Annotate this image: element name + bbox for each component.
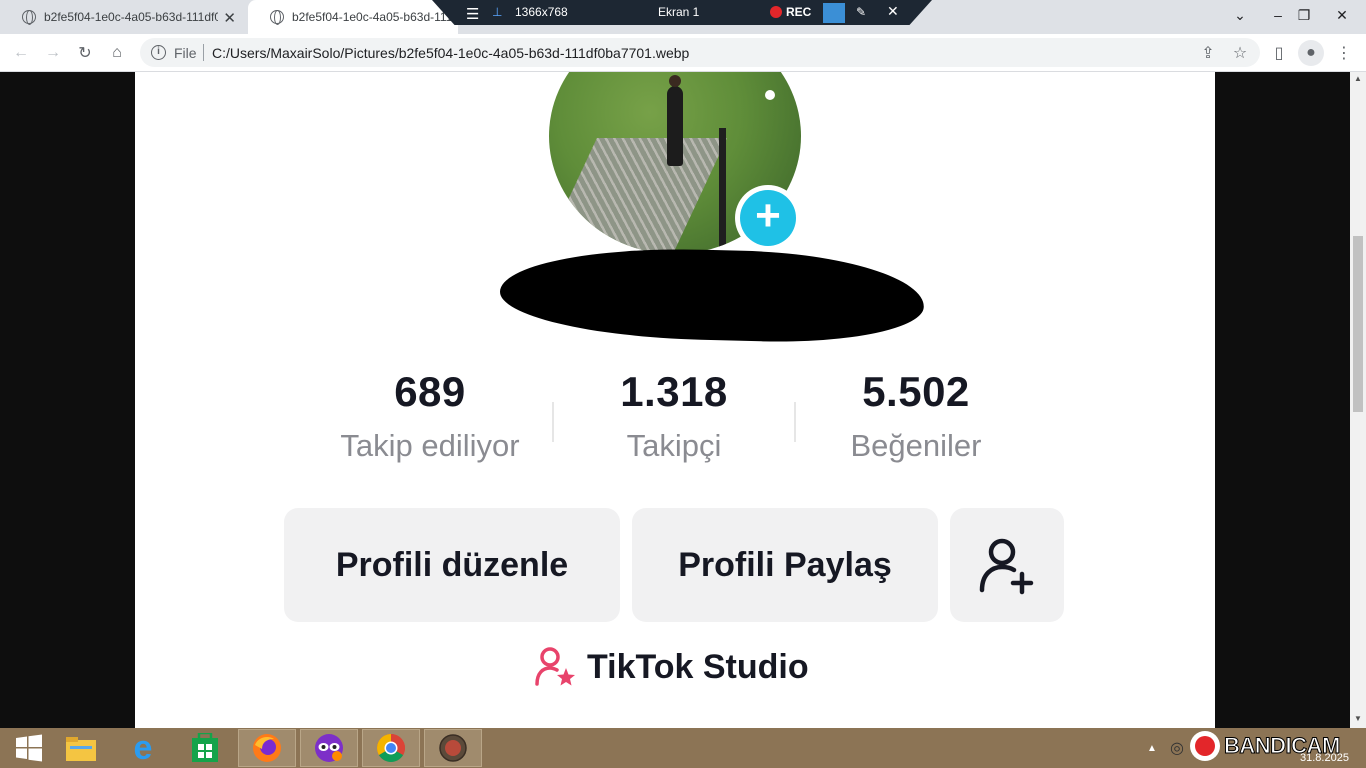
internet-explorer-icon: e (133, 728, 153, 767)
tab-search-icon[interactable]: ⌄ (1222, 0, 1258, 30)
add-friend-button[interactable] (950, 508, 1064, 622)
redacted-username (498, 244, 926, 346)
home-icon[interactable]: ⌂ (104, 40, 130, 66)
tab-active[interactable]: b2fe5f04-1e0c-4a05-b63d-111df0ba7701.web… (248, 0, 458, 34)
page-viewport: + 689 Takip ediliyor 1.318 Takipçi 5.502… (0, 72, 1350, 728)
vertical-scrollbar[interactable]: ▲ ▼ (1350, 72, 1366, 728)
chrome-icon (377, 734, 405, 762)
start-button[interactable] (0, 729, 58, 767)
side-panel-icon[interactable]: ▯ (1266, 40, 1292, 66)
avatar-ball (765, 90, 775, 100)
profile-avatar-icon[interactable]: ● (1298, 40, 1324, 66)
recorder-bar: ☰ ⊥ 1366x768 Ekran 1 REC ✎ ✕ (432, 0, 932, 25)
avatar-pole (719, 128, 726, 254)
stat-likes: 5.502 Beğeniler (796, 368, 1036, 464)
bookmark-star-icon[interactable]: ☆ (1227, 40, 1253, 66)
tab-title: b2fe5f04-1e0c-4a05-b63d-111df0ba7701.web… (44, 10, 218, 24)
chrome-button[interactable] (362, 729, 420, 767)
bandicam-button[interactable] (424, 729, 482, 767)
add-person-icon (979, 538, 1034, 595)
bandicam-icon (439, 734, 467, 762)
tray-date[interactable]: 31.8.2025 (1300, 752, 1349, 764)
share-icon[interactable]: ⇪ (1195, 40, 1221, 66)
record-dot-icon (770, 6, 782, 18)
browser-toolbar: ← → ↻ ⌂ i File C:/Users/MaxairSolo/Pictu… (0, 34, 1366, 72)
file-explorer-button[interactable] (52, 729, 110, 767)
globe-icon (270, 10, 284, 25)
following-label: Takip ediliyor (340, 428, 520, 463)
recorder-target[interactable]: Ekran 1 (658, 5, 699, 19)
firefox-button[interactable] (238, 729, 296, 767)
forward-icon[interactable]: → (40, 40, 66, 66)
address-separator (203, 44, 204, 61)
plus-icon: + (740, 190, 796, 246)
internet-explorer-button[interactable]: e (114, 729, 172, 767)
info-icon[interactable]: i (151, 45, 166, 60)
kebab-menu-icon[interactable]: ⋮ (1331, 40, 1357, 66)
rec-button[interactable]: REC (770, 5, 811, 19)
tab-close-icon[interactable]: ✕ (223, 9, 236, 27)
menu-icon[interactable]: ☰ (466, 5, 479, 23)
pin-icon[interactable]: ⊥ (492, 5, 502, 19)
pencil-icon[interactable]: ✎ (856, 5, 866, 19)
scroll-down-icon[interactable]: ▼ (1350, 714, 1366, 723)
screenshot-image: + 689 Takip ediliyor 1.318 Takipçi 5.502… (135, 72, 1215, 728)
scheme-label: File (174, 45, 197, 61)
selection-button[interactable] (823, 3, 845, 23)
scroll-up-icon[interactable]: ▲ (1350, 74, 1366, 83)
tray-network-icon[interactable]: ◎ (1166, 729, 1188, 767)
edit-profile-button[interactable]: Profili düzenle (284, 508, 620, 622)
avatar-person (667, 75, 683, 166)
tab-inactive[interactable]: b2fe5f04-1e0c-4a05-b63d-111df0ba7701.web… (0, 0, 246, 34)
followers-label: Takipçi (626, 428, 722, 463)
followers-count: 1.318 (620, 368, 728, 415)
following-count: 689 (394, 368, 466, 415)
store-button[interactable] (176, 729, 234, 767)
close-icon[interactable]: ✕ (887, 3, 899, 20)
file-explorer-icon (66, 737, 96, 761)
back-icon[interactable]: ← (8, 40, 34, 66)
tiktok-studio-link[interactable]: TikTok Studio (535, 644, 809, 690)
studio-label: TikTok Studio (587, 647, 809, 686)
bandicam-rec-icon (1190, 731, 1220, 761)
tab-strip: b2fe5f04-1e0c-4a05-b63d-111df0ba7701.web… (0, 0, 1366, 34)
window-close-icon[interactable]: ✕ (1318, 0, 1366, 30)
store-icon (192, 733, 218, 762)
share-profile-button[interactable]: Profili Paylaş (632, 508, 938, 622)
stat-following: 689 Takip ediliyor (310, 368, 550, 464)
globe-icon (22, 10, 36, 25)
avatar-fence (549, 138, 727, 254)
start-icon (16, 734, 42, 762)
firefox-icon (253, 734, 281, 762)
likes-count: 5.502 (862, 368, 970, 415)
studio-icon (535, 647, 575, 686)
restore-icon[interactable]: ❐ (1286, 0, 1322, 30)
mask-app-icon (315, 734, 343, 762)
add-story-button[interactable]: + (735, 185, 801, 251)
stat-followers: 1.318 Takipçi (554, 368, 794, 464)
scrollbar-thumb[interactable] (1353, 236, 1363, 412)
mask-app-button[interactable] (300, 729, 358, 767)
tray-expand-icon[interactable]: ▲ (1142, 729, 1162, 767)
tab-title: b2fe5f04-1e0c-4a05-b63d-111df0ba7701.web… (292, 10, 458, 24)
likes-label: Beğeniler (850, 428, 982, 463)
reload-icon[interactable]: ↻ (72, 40, 98, 66)
address-bar[interactable]: i File C:/Users/MaxairSolo/Pictures/b2fe… (140, 38, 1260, 67)
url-text[interactable]: C:/Users/MaxairSolo/Pictures/b2fe5f04-1e… (212, 45, 689, 61)
recorder-resolution: 1366x768 (515, 5, 568, 19)
rec-label: REC (786, 5, 812, 19)
windows-taskbar: e ▲ ◎ BANDICAM 31.8.2025 (0, 728, 1366, 768)
